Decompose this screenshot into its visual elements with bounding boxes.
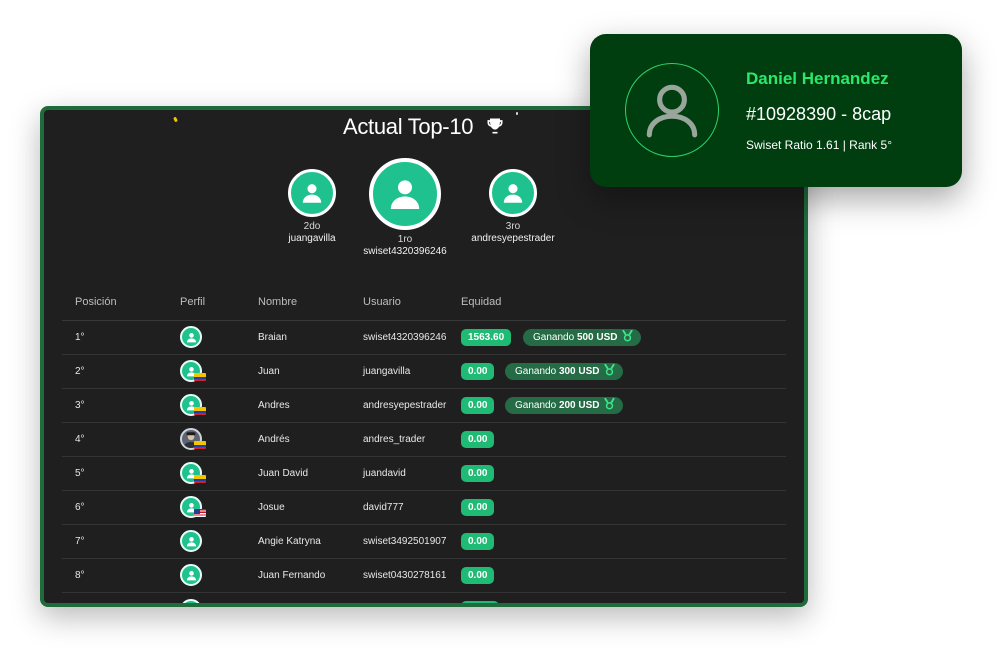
- column-position: Posición: [75, 296, 117, 308]
- podium-place: 2do: [303, 221, 321, 232]
- row-avatar[interactable]: [180, 462, 206, 486]
- row-position: 5°: [75, 468, 85, 479]
- row-avatar[interactable]: [180, 564, 206, 588]
- equity-badge: [461, 601, 499, 603]
- table-row[interactable]: 5° Juan David juandavid 0.00: [62, 457, 786, 491]
- row-name: Josue: [258, 502, 285, 513]
- table-row[interactable]: 8° Juan Fernando swiset0430278161 0.00: [62, 559, 786, 593]
- row-username: swiset0430278161: [363, 570, 447, 581]
- podium-first[interactable]: 1ro swiset4320396246: [353, 158, 457, 258]
- row-avatar[interactable]: [180, 394, 206, 418]
- row-username: andresyepestrader: [363, 400, 447, 411]
- row-name: Juan: [258, 366, 280, 377]
- prize-amount: 300 USD: [558, 366, 600, 377]
- user-avatar-icon: [180, 599, 202, 603]
- column-name: Nombre: [258, 296, 298, 308]
- table-row[interactable]: 6° Josue david777 0.00: [62, 491, 786, 525]
- row-username: juangavilla: [363, 366, 411, 377]
- podium-username: swiset4320396246: [363, 246, 447, 257]
- row-username: swiset3492501907: [363, 536, 447, 547]
- prize-badge: Ganando 300 USD: [505, 363, 624, 382]
- podium-place: 1ro: [397, 234, 413, 245]
- colombia-flag-icon: [194, 407, 206, 415]
- prize-amount: 500 USD: [576, 332, 618, 343]
- column-profile: Perfil: [180, 296, 206, 308]
- user-avatar-icon: [180, 326, 202, 348]
- profile-id: #10928390 - 8cap: [746, 104, 892, 124]
- table-row[interactable]: 4° Andrés andres_trader 0.00: [62, 423, 786, 457]
- medal-icon: [622, 329, 634, 348]
- prize-prefix: Ganando: [515, 400, 557, 411]
- row-position: 7°: [75, 536, 85, 547]
- prize-prefix: Ganando: [533, 332, 575, 343]
- usa-flag-icon: [194, 509, 206, 517]
- colombia-flag-icon: [194, 441, 206, 449]
- leaderboard-table: Posición Perfil Nombre Usuario Equidad 1…: [62, 286, 786, 603]
- table-row-partial: [62, 593, 786, 603]
- equity-badge: 0.00: [461, 431, 495, 448]
- row-name: Angie Katryna: [258, 536, 321, 547]
- profile-name: Daniel Hernandez: [746, 69, 889, 88]
- equity-badge: 0.00: [461, 363, 495, 380]
- row-position: 3°: [75, 400, 85, 411]
- podium-third[interactable]: 3ro andresyepestrader: [460, 169, 566, 245]
- prize-amount: 200 USD: [558, 400, 600, 411]
- table-row[interactable]: 2° Juan juangavilla 0.00 Ganando 300 USD: [62, 355, 786, 389]
- table-row[interactable]: 3° Andres andresyepestrader 0.00 Ganando…: [62, 389, 786, 423]
- row-position: 8°: [75, 570, 85, 581]
- prize-badge: Ganando 500 USD: [523, 329, 642, 348]
- user-avatar-icon: [180, 564, 202, 586]
- equity-badge: 0.00: [461, 567, 495, 584]
- row-name: Andres: [258, 400, 290, 411]
- equity-badge: 0.00: [461, 397, 495, 414]
- podium-second[interactable]: 2do juangavilla: [279, 169, 345, 245]
- profile-card: Daniel Hernandez #10928390 - 8cap Swiset…: [590, 34, 962, 187]
- row-username: juandavid: [363, 468, 406, 479]
- row-avatar[interactable]: [180, 326, 206, 350]
- user-avatar-icon: [489, 169, 537, 217]
- table-row[interactable]: 7° Angie Katryna swiset3492501907 0.00: [62, 525, 786, 559]
- colombia-flag-icon: [194, 373, 206, 381]
- row-position: 1°: [75, 332, 85, 343]
- prize-badge: Ganando 200 USD: [505, 397, 624, 416]
- table-row[interactable]: 1° Braian swiset4320396246 1563.60 Ganan…: [62, 321, 786, 355]
- row-username: swiset4320396246: [363, 332, 447, 343]
- colombia-flag-icon: [194, 475, 206, 483]
- prize-prefix: Ganando: [515, 366, 557, 377]
- row-username: david777: [363, 502, 404, 513]
- podium-place: 3ro: [505, 221, 521, 232]
- row-username: andres_trader: [363, 434, 426, 445]
- equity-badge: 1563.60: [461, 329, 512, 346]
- trophy-icon: [485, 116, 505, 142]
- row-avatar[interactable]: [180, 360, 206, 384]
- row-name: Braian: [258, 332, 287, 343]
- row-name: Andrés: [258, 434, 290, 445]
- user-avatar-icon: [180, 530, 202, 552]
- podium-username: juangavilla: [288, 233, 336, 244]
- row-name: Juan Fernando: [258, 570, 326, 581]
- row-avatar[interactable]: [180, 496, 206, 520]
- podium-username: andresyepestrader: [471, 233, 555, 244]
- equity-badge: 0.00: [461, 465, 495, 482]
- table-header: Posición Perfil Nombre Usuario Equidad: [62, 286, 786, 321]
- row-position: 6°: [75, 502, 85, 513]
- medal-icon: [604, 363, 616, 382]
- user-avatar-icon: [369, 158, 441, 230]
- row-avatar[interactable]: [180, 428, 206, 452]
- profile-ratio: Swiset Ratio 1.61 | Rank 5°: [746, 138, 892, 152]
- medal-icon: [604, 397, 616, 416]
- profile-avatar-icon: [625, 63, 719, 157]
- row-position: 2°: [75, 366, 85, 377]
- equity-badge: 0.00: [461, 533, 495, 550]
- row-position: 4°: [75, 434, 85, 445]
- page-title-text: Actual Top-10: [342, 114, 474, 139]
- column-equity: Equidad: [461, 296, 502, 308]
- user-avatar-icon: [288, 169, 336, 217]
- row-name: Juan David: [258, 468, 309, 479]
- equity-badge: 0.00: [461, 499, 495, 516]
- row-avatar[interactable]: [180, 530, 206, 554]
- column-user: Usuario: [363, 296, 401, 308]
